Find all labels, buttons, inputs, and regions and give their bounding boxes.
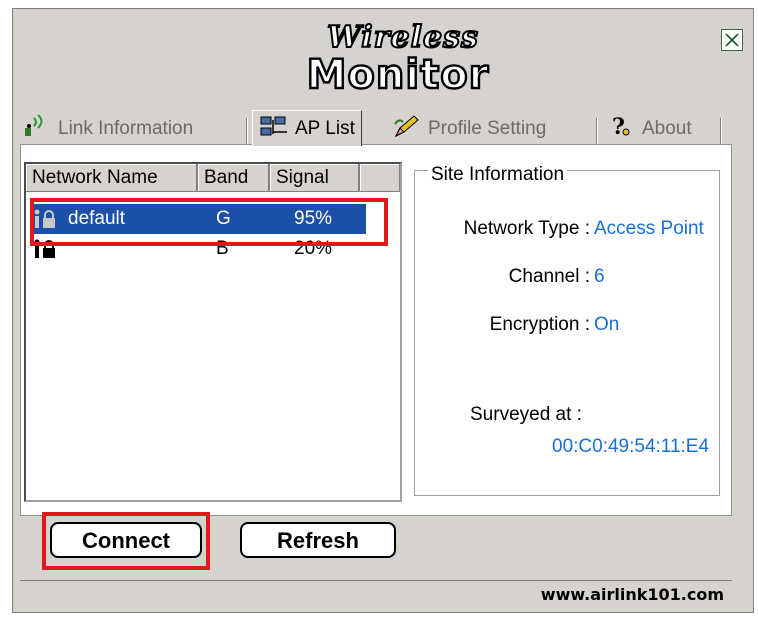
close-icon	[725, 33, 739, 47]
network-type-label: Network Type :	[463, 218, 590, 239]
pencil-icon	[392, 114, 422, 144]
network-icon	[259, 114, 289, 144]
channel-value: 6	[594, 266, 605, 287]
logo-top-text: Wireless	[326, 20, 479, 55]
tab-label: About	[642, 118, 692, 139]
list-header: Network Name Band Signal	[26, 164, 400, 192]
encryption-label: Encryption :	[489, 314, 590, 335]
tab-label: Link Information	[58, 118, 194, 139]
selected-row-highlight	[30, 198, 388, 246]
logo-bottom-text: Monitor	[305, 52, 490, 98]
tab-separator	[246, 118, 247, 144]
surveyed-value: 00:C0:49:54:11:E4	[552, 436, 710, 457]
question-icon: ?	[606, 114, 636, 144]
column-band[interactable]: Band	[198, 164, 270, 192]
app-logo: Wireless Monitor	[293, 20, 503, 103]
antenna-icon	[22, 114, 52, 144]
connect-button-highlight	[42, 512, 210, 570]
tab-label: AP List	[295, 117, 355, 139]
footer-url[interactable]: www.airlink101.com	[541, 585, 724, 604]
column-network-name[interactable]: Network Name	[26, 164, 198, 192]
tab-profile-setting[interactable]: Profile Setting	[392, 114, 546, 144]
channel-label: Channel :	[508, 266, 590, 287]
surveyed-label: Surveyed at :	[470, 404, 582, 425]
refresh-button[interactable]: Refresh	[240, 522, 396, 558]
tab-separator	[720, 118, 721, 144]
tab-label: Profile Setting	[428, 118, 547, 139]
svg-text:?: ?	[612, 114, 625, 138]
network-type-value: Access Point	[594, 218, 704, 239]
column-filler	[360, 164, 400, 192]
tab-link-information[interactable]: Link Information	[22, 114, 193, 144]
column-signal[interactable]: Signal	[270, 164, 360, 192]
tab-ap-list[interactable]: AP List	[252, 110, 362, 146]
tab-about[interactable]: ? About	[606, 114, 692, 144]
site-information-title: Site Information	[428, 164, 568, 186]
tab-bar: Link Information AP List Profile Setting	[14, 110, 726, 146]
footer: www.airlink101.com	[20, 580, 732, 609]
encryption-value: On	[594, 314, 620, 335]
tab-separator	[596, 118, 597, 144]
close-button[interactable]	[721, 29, 743, 51]
